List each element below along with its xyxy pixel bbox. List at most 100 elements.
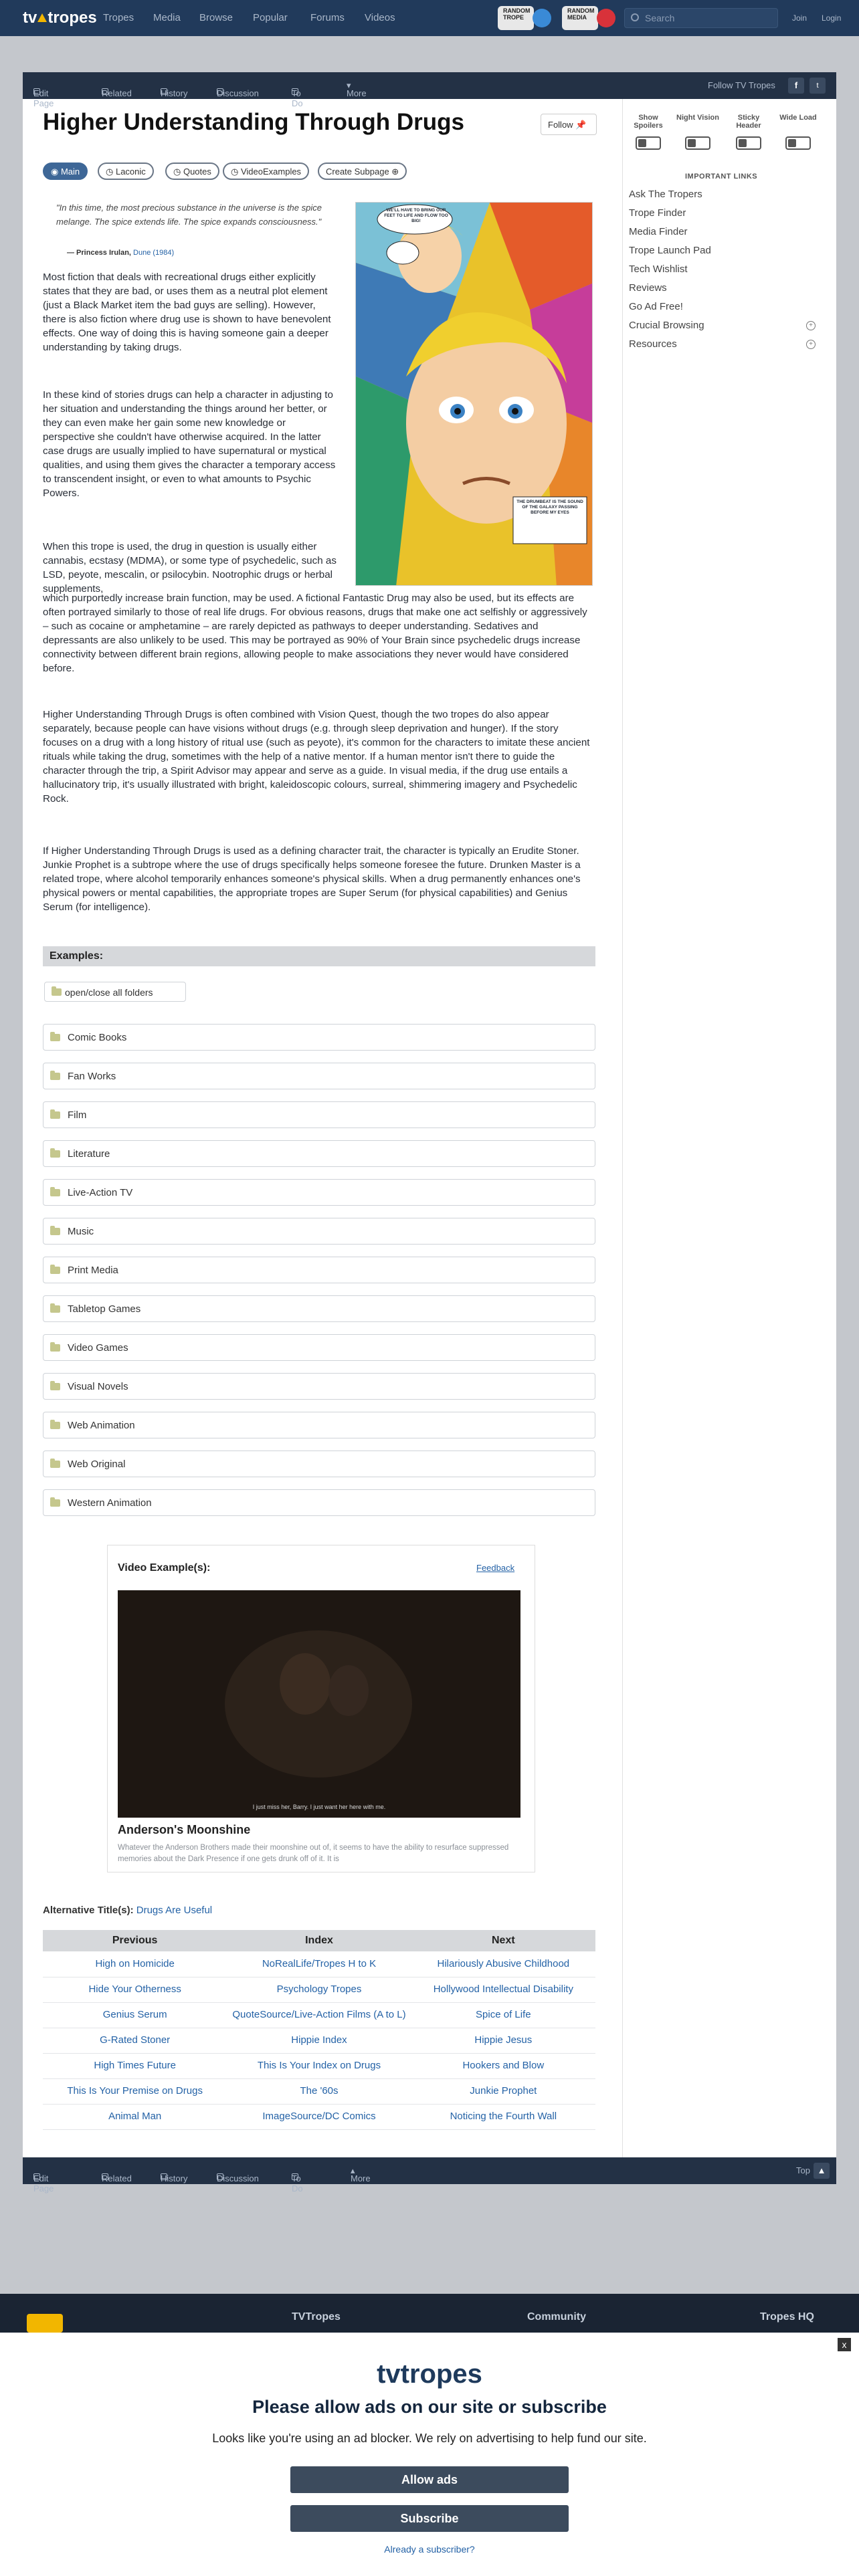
previous-link[interactable]: Animal Man (43, 2104, 227, 2130)
tab-laconic[interactable]: ◷ Laconic (98, 163, 154, 180)
previous-link[interactable]: Genius Serum (43, 2002, 227, 2028)
quote-source-link[interactable]: Dune (1984) (133, 249, 174, 257)
sidebar-link-trope-launch-pad[interactable]: Trope Launch Pad (629, 245, 711, 256)
nav-browse[interactable]: Browse (199, 12, 233, 23)
footer-logo-icon (27, 2314, 63, 2333)
wide-load-toggle[interactable] (785, 136, 811, 150)
next-link[interactable]: Hippie Jesus (411, 2028, 595, 2054)
index-link[interactable]: NoRealLife/Tropes H to K (227, 1951, 411, 1977)
top-link[interactable]: Top (796, 2165, 810, 2175)
site-logo[interactable]: tv tropes (23, 9, 97, 27)
next-link[interactable]: Spice of Life (411, 2002, 595, 2028)
comic-caption-box: THE DRUMBEAT IS THE SOUND OF THE GALAXY … (516, 500, 583, 515)
next-link[interactable]: Hookers and Blow (411, 2053, 595, 2079)
index-link[interactable]: QuoteSource/Live-Action Films (A to L) (227, 2002, 411, 2028)
more-dropdown[interactable]: More ▴ (351, 2165, 371, 2183)
night-vision-toggle[interactable] (685, 136, 710, 150)
sidebar-link-ask-the-tropers[interactable]: Ask The Tropers (629, 189, 702, 200)
random-trope-icon[interactable] (533, 9, 551, 27)
table-row: Animal Man ImageSource/DC Comics Noticing … (43, 2104, 595, 2130)
folder-comic-books[interactable]: Comic Books (43, 1024, 595, 1051)
login-link[interactable]: Login (822, 13, 841, 23)
random-media-icon[interactable] (597, 9, 615, 27)
nav-tropes[interactable]: Tropes (103, 12, 134, 23)
sidebar-link-reviews[interactable]: Reviews (629, 282, 667, 294)
tab-main[interactable]: ◉ Main (43, 163, 88, 180)
nav-forums[interactable]: Forums (310, 12, 345, 23)
join-link[interactable]: Join (792, 13, 807, 23)
feedback-link[interactable]: Feedback (476, 1563, 514, 1573)
tab-videoexamples[interactable]: ◷ VideoExamples (223, 163, 310, 180)
next-link[interactable]: Hollywood Intellectual Disability (411, 1977, 595, 2003)
expand-circle-icon[interactable]: + (806, 340, 816, 349)
tab-quotes[interactable]: ◷ Quotes (165, 163, 219, 180)
folder-video-games[interactable]: Video Games (43, 1334, 595, 1361)
folder-web-original[interactable]: Web Original (43, 1451, 595, 1477)
folder-visual-novels[interactable]: Visual Novels (43, 1373, 595, 1400)
video-player[interactable] (118, 1590, 520, 1818)
video-description: Whatever the Anderson Brothers made thei… (118, 1844, 509, 1863)
paragraph-4: which purportedly increase brain functio… (43, 593, 587, 674)
video-subtitle: I just miss her, Barry. I just want her … (252, 1804, 386, 1810)
sticky-header-toggle[interactable] (736, 136, 761, 150)
more-dropdown[interactable]: More ▾ (347, 80, 367, 98)
paragraph-5: Higher Understanding Through Drugs is of… (43, 709, 590, 804)
alt-title-link[interactable]: Drugs Are Useful (136, 1905, 212, 1916)
previous-link[interactable]: Hide Your Otherness (43, 1977, 227, 2003)
index-link[interactable]: The '60s (227, 2078, 411, 2105)
allow-ads-button[interactable]: Allow ads (290, 2466, 569, 2493)
nav-media[interactable]: Media (153, 12, 181, 23)
sidebar-link-media-finder[interactable]: Media Finder (629, 226, 688, 237)
folder-live-action-tv[interactable]: Live-Action TV (43, 1179, 595, 1206)
previous-link[interactable]: High Times Future (43, 2053, 227, 2079)
next-link[interactable]: Noticing the Fourth Wall (411, 2104, 595, 2130)
table-row: Genius Serum QuoteSource/Live-Action Film… (43, 2002, 595, 2028)
nav-popular[interactable]: Popular (253, 12, 288, 23)
folder-music[interactable]: Music (43, 1218, 595, 1245)
open-close-all-folders-button[interactable]: open/close all folders (44, 982, 186, 1002)
random-media-button[interactable]: RANDOM MEDIA (562, 6, 598, 30)
sidebar-link-crucial-browsing[interactable]: Crucial Browsing (629, 320, 704, 331)
subscribe-button[interactable]: Subscribe (290, 2505, 569, 2532)
comic-illustration (356, 203, 592, 585)
folder-western-animation[interactable]: Western Animation (43, 1489, 595, 1516)
arrow-up-icon[interactable]: ▲ (814, 2163, 830, 2179)
tab-create-subpage[interactable]: Create Subpage ⊕ (318, 163, 407, 180)
facebook-icon[interactable]: f (788, 78, 804, 94)
follow-button[interactable]: Follow 📌 (541, 114, 597, 135)
folder-tabletop-games[interactable]: Tabletop Games (43, 1295, 595, 1322)
table-row: Hide Your Otherness Psychology Tropes Holl… (43, 1977, 595, 2003)
sidebar-link-tech-wishlist[interactable]: Tech Wishlist (629, 263, 688, 275)
expand-circle-icon[interactable]: + (806, 321, 816, 330)
nav-videos[interactable]: Videos (365, 12, 395, 23)
comic-speech-bubble: WE'LL HAVE TO BRING OUR FEET TO LIFE AND… (384, 208, 448, 223)
folder-fan-works[interactable]: Fan Works (43, 1063, 595, 1089)
close-icon[interactable]: x (838, 2338, 851, 2351)
folder-film[interactable]: Film (43, 1101, 595, 1128)
index-link[interactable]: This Is Your Index on Drugs (227, 2053, 411, 2079)
sidebar-link-go-ad-free[interactable]: Go Ad Free! (629, 301, 683, 312)
search-input[interactable]: Search (624, 8, 778, 28)
index-link[interactable]: Psychology Tropes (227, 1977, 411, 2003)
folder-web-animation[interactable]: Web Animation (43, 1412, 595, 1438)
next-link[interactable]: Hilariously Abusive Childhood (411, 1951, 595, 1977)
index-link[interactable]: ImageSource/DC Comics (227, 2104, 411, 2130)
twitter-icon[interactable]: t (809, 78, 826, 94)
already-subscriber-link[interactable]: Already a subscriber? (0, 2544, 859, 2555)
folder-literature[interactable]: Literature (43, 1140, 595, 1167)
folder-print-media[interactable]: Print Media (43, 1257, 595, 1283)
sidebar-link-trope-finder[interactable]: Trope Finder (629, 207, 686, 219)
sidebar (622, 72, 836, 2159)
show-spoilers-toggle[interactable] (636, 136, 661, 150)
previous-link[interactable]: This Is Your Premise on Drugs (43, 2078, 227, 2105)
folder-icon (50, 1497, 60, 1507)
table-row: This Is Your Premise on Drugs The '60s Jun… (43, 2078, 595, 2105)
index-link[interactable]: Hippie Index (227, 2028, 411, 2054)
previous-link[interactable]: G-Rated Stoner (43, 2028, 227, 2054)
folder-icon (50, 1032, 60, 1041)
next-link[interactable]: Junkie Prophet (411, 2078, 595, 2105)
video-name[interactable]: Anderson's Moonshine (118, 1823, 250, 1837)
random-trope-button[interactable]: RANDOM TROPE (498, 6, 534, 30)
sidebar-link-resources[interactable]: Resources (629, 338, 677, 350)
previous-link[interactable]: High on Homicide (43, 1951, 227, 1977)
